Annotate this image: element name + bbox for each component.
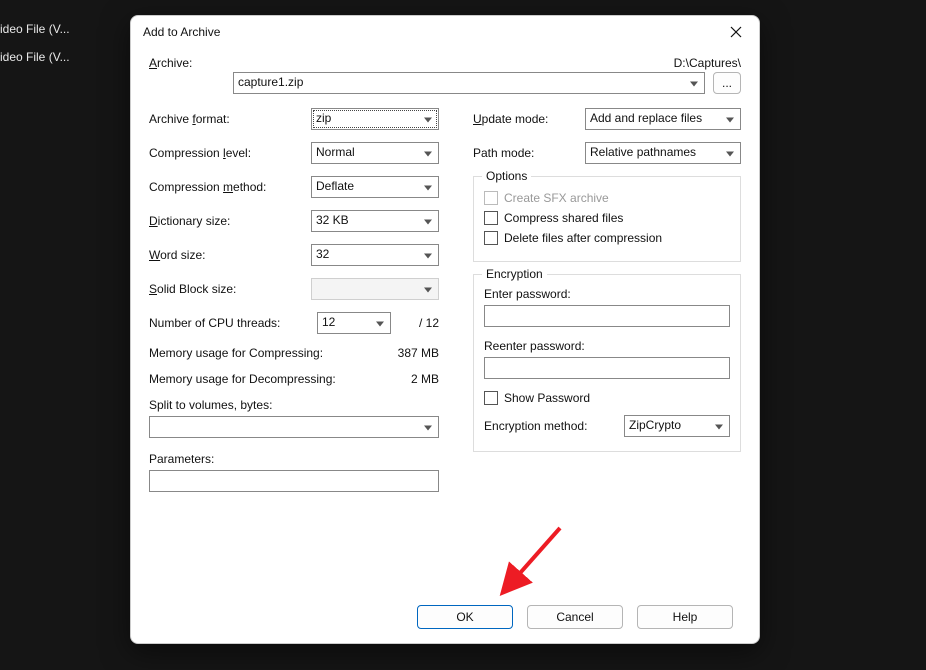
cpu-threads-combo[interactable]: 12 [317,312,391,334]
compression-method-label: Compression method: [149,180,311,194]
dictionary-size-label: Dictionary size: [149,214,311,228]
enter-password-label: Enter password: [484,287,730,301]
solid-block-combo[interactable] [311,278,439,300]
browse-label: ... [722,76,732,90]
reenter-password-label: Reenter password: [484,339,730,353]
delete-after-checkbox[interactable] [484,231,498,245]
archive-path: D:\Captures\ [674,56,741,70]
show-password-checkbox[interactable] [484,391,498,405]
mem-decompress-label: Memory usage for Decompressing: [149,372,379,386]
compress-shared-label: Compress shared files [504,211,623,225]
close-button[interactable] [713,16,759,48]
mem-compress-value: 387 MB [379,346,439,360]
browse-button[interactable]: ... [713,72,741,94]
ok-button[interactable]: OK [417,605,513,629]
compression-method-value: Deflate [316,179,354,193]
encryption-method-value: ZipCrypto [629,418,681,432]
update-mode-label: Update mode: [473,112,575,126]
archive-format-label: Archive format: [149,112,311,126]
help-button[interactable]: Help [637,605,733,629]
compression-level-label: Compression level: [149,146,311,160]
compression-method-combo[interactable]: Deflate [311,176,439,198]
archive-label: Archive: [149,56,674,70]
dictionary-size-combo[interactable]: 32 KB [311,210,439,232]
reenter-password-input[interactable] [484,357,730,379]
add-to-archive-dialog: Add to Archive Archive: D:\Captures\ cap… [130,15,760,644]
encryption-method-combo[interactable]: ZipCrypto [624,415,730,437]
encryption-method-label: Encryption method: [484,419,614,433]
right-column: Update mode: Add and replace files Path … [473,108,741,492]
update-mode-combo[interactable]: Add and replace files [585,108,741,130]
solid-block-label: Solid Block size: [149,282,311,296]
create-sfx-label: Create SFX archive [504,191,609,205]
cancel-label: Cancel [556,610,593,624]
path-mode-combo[interactable]: Relative pathnames [585,142,741,164]
split-volumes-combo[interactable] [149,416,439,438]
enter-password-input[interactable] [484,305,730,327]
mem-compress-label: Memory usage for Compressing: [149,346,379,360]
archive-format-combo[interactable]: zip [311,108,439,130]
path-mode-label: Path mode: [473,146,575,160]
ok-label: OK [456,610,473,624]
cpu-threads-label: Number of CPU threads: [149,316,317,330]
cancel-button[interactable]: Cancel [527,605,623,629]
mem-decompress-value: 2 MB [379,372,439,386]
parameters-label: Parameters: [149,452,439,466]
titlebar: Add to Archive [131,16,759,48]
word-size-label: Word size: [149,248,311,262]
bg-file-name: ideo File (V... [0,22,70,36]
word-size-combo[interactable]: 32 [311,244,439,266]
parameters-input[interactable] [149,470,439,492]
encryption-group: Encryption Enter password: Reenter passw… [473,274,741,452]
path-mode-value: Relative pathnames [590,145,696,159]
archive-file-value: capture1.zip [238,75,303,89]
compression-level-combo[interactable]: Normal [311,142,439,164]
update-mode-value: Add and replace files [590,111,702,125]
cpu-threads-value: 12 [322,315,335,329]
encryption-legend: Encryption [482,267,547,281]
split-volumes-label: Split to volumes, bytes: [149,398,439,412]
options-legend: Options [482,169,531,183]
dialog-title: Add to Archive [143,25,220,39]
archive-file-combo[interactable]: capture1.zip [233,72,705,94]
create-sfx-checkbox [484,191,498,205]
dictionary-size-value: 32 KB [316,213,349,227]
delete-after-label: Delete files after compression [504,231,662,245]
compression-level-value: Normal [316,145,355,159]
archive-format-value: zip [316,111,331,125]
bg-file-name: ideo File (V... [0,50,70,64]
close-icon [730,26,742,38]
show-password-label: Show Password [504,391,590,405]
options-group: Options Create SFX archive Compress shar… [473,176,741,262]
cpu-threads-total: / 12 [399,316,439,330]
left-column: Archive format: zip Compression level: N… [149,108,439,492]
dialog-buttons: OK Cancel Help [417,605,733,629]
compress-shared-checkbox[interactable] [484,211,498,225]
dialog-content: Archive: D:\Captures\ capture1.zip ... A… [131,48,759,643]
word-size-value: 32 [316,247,329,261]
help-label: Help [673,610,698,624]
